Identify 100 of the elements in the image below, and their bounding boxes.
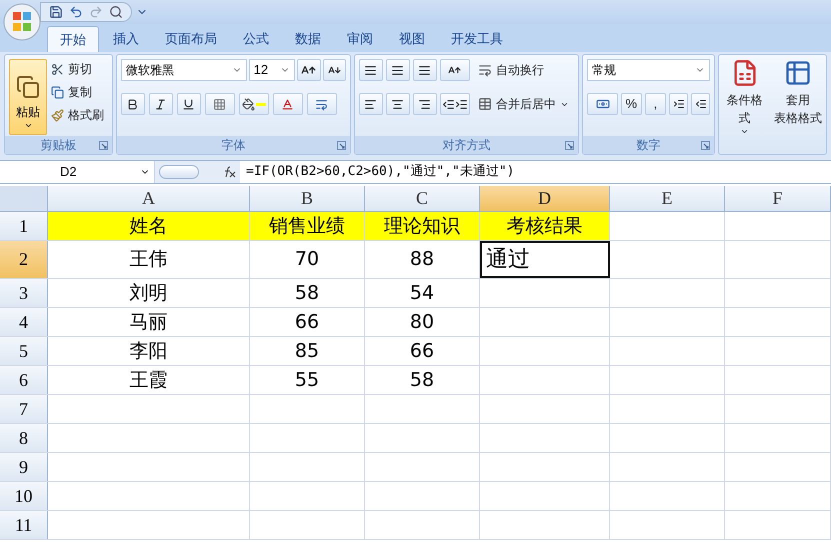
font-name-dropdown[interactable]: 微软雅黑 (120, 59, 247, 81)
align-top-button[interactable] (358, 59, 383, 81)
lines-icon (364, 64, 378, 76)
table-cell: 李阳 (48, 337, 250, 365)
column-header[interactable]: A (48, 186, 250, 211)
font-size-dropdown[interactable]: 12 (248, 59, 296, 81)
align-left-icon (364, 98, 378, 110)
align-middle-button[interactable] (386, 59, 410, 81)
row-header[interactable]: 5 (0, 337, 48, 365)
wrap-text-button[interactable]: 自动换行 (478, 59, 569, 81)
table-cell: 55 (250, 366, 365, 394)
row-header[interactable]: 10 (0, 482, 48, 510)
font-color-icon (281, 98, 294, 110)
lines-icon (391, 64, 404, 76)
ribbon-tab[interactable]: 数据 (283, 26, 333, 52)
function-icon[interactable] (222, 166, 236, 178)
number-style-button[interactable]: % (620, 93, 642, 115)
table-cell: 王霞 (48, 366, 250, 394)
orientation-button[interactable] (440, 59, 470, 81)
shrink-font-button[interactable] (322, 59, 346, 81)
column-header[interactable]: F (725, 186, 831, 211)
bold-icon (126, 98, 140, 110)
table-icon (784, 59, 812, 87)
cut-button[interactable]: 剪切 (51, 59, 104, 79)
row-header[interactable]: 9 (0, 453, 48, 481)
format-painter-button[interactable]: 格式刷 (51, 105, 104, 125)
table-cell: 马丽 (48, 308, 250, 336)
group-label: 字体 (116, 136, 350, 154)
group-label: 数字 (583, 136, 714, 154)
currency-button[interactable] (587, 93, 618, 115)
paint-bucket-icon (242, 98, 255, 110)
copy-icon (51, 86, 64, 98)
column-header[interactable]: E (610, 186, 725, 211)
undo-icon[interactable] (69, 5, 83, 19)
align-center-button[interactable] (386, 93, 410, 115)
indent-button[interactable] (440, 93, 470, 115)
italic-button[interactable] (148, 93, 173, 115)
splitter-handle-icon[interactable] (159, 165, 199, 179)
align-bottom-button[interactable] (412, 59, 437, 81)
paste-button[interactable]: 粘贴 (9, 59, 47, 135)
bold-button[interactable] (120, 93, 145, 115)
ribbon-tab[interactable]: 开始 (47, 26, 99, 52)
italic-icon (154, 98, 168, 110)
ribbon-tab[interactable]: 开发工具 (439, 26, 515, 52)
align-left-button[interactable] (358, 93, 383, 115)
formula-text[interactable]: =IF(OR(B2>60,C2>60),"通过","未通过") (240, 162, 514, 182)
column-header[interactable]: D (480, 186, 610, 211)
dialog-launcher-icon[interactable] (98, 141, 108, 150)
save-icon[interactable] (49, 5, 63, 19)
row-header[interactable]: 8 (0, 424, 48, 452)
table-cell: 70 (250, 241, 365, 278)
row-header[interactable]: 3 (0, 279, 48, 307)
table-cell: 58 (250, 279, 365, 307)
table-cell: 理论知识 (365, 212, 480, 240)
table-cell: 66 (250, 308, 365, 336)
phonetic-button[interactable] (306, 93, 337, 115)
borders-button[interactable] (204, 93, 235, 115)
number-format-dropdown[interactable]: 常规 (587, 59, 710, 81)
align-right-icon (418, 98, 432, 110)
dialog-launcher-icon[interactable] (336, 141, 346, 150)
dialog-launcher-icon[interactable] (701, 141, 710, 150)
underline-button[interactable] (176, 93, 201, 115)
ribbon-tab[interactable]: 审阅 (335, 26, 385, 52)
ribbon-tab[interactable]: 插入 (101, 26, 151, 52)
ribbon-tab[interactable]: 页面布局 (153, 26, 229, 52)
print-preview-icon[interactable] (109, 5, 123, 19)
copy-button[interactable]: 复制 (51, 82, 104, 102)
grow-font-button[interactable] (297, 59, 321, 81)
merge-center-button[interactable]: 合并后居中 (478, 93, 569, 115)
row-header[interactable]: 2 (0, 241, 48, 278)
indent-increase-icon (454, 98, 468, 110)
wrap-text-icon (478, 63, 492, 77)
indent-increase-icon (672, 98, 684, 110)
ribbon-tab[interactable]: 视图 (387, 26, 437, 52)
row-header[interactable]: 4 (0, 308, 48, 336)
table-cell: 80 (365, 308, 480, 336)
column-header[interactable]: B (250, 186, 365, 211)
indent-decrease-icon (694, 98, 707, 110)
row-header[interactable]: 6 (0, 366, 48, 394)
indent-decrease-icon (442, 98, 455, 110)
clipboard-icon (16, 75, 40, 99)
table-cell: 54 (365, 279, 480, 307)
ribbon-tab[interactable]: 公式 (231, 26, 281, 52)
table-icon (478, 97, 492, 111)
table-cell: 销售业绩 (250, 212, 365, 240)
align-right-button[interactable] (412, 93, 437, 115)
align-center-icon (391, 98, 404, 110)
table-cell: 刘明 (48, 279, 250, 307)
decrease-decimal-button[interactable] (691, 93, 710, 115)
table-format-button[interactable]: 套用 表格格式 (774, 59, 822, 136)
conditional-format-button[interactable]: 条件格式 (723, 59, 766, 136)
number-style-button[interactable]: , (644, 93, 666, 115)
row-header[interactable]: 7 (0, 395, 48, 423)
row-header[interactable]: 11 (0, 511, 48, 539)
row-header[interactable]: 1 (0, 212, 48, 240)
table-cell: 58 (365, 366, 480, 394)
fill-color-button[interactable] (238, 93, 269, 115)
dialog-launcher-icon[interactable] (565, 141, 574, 150)
font-color-button[interactable] (272, 93, 303, 115)
increase-decimal-button[interactable] (668, 93, 688, 115)
